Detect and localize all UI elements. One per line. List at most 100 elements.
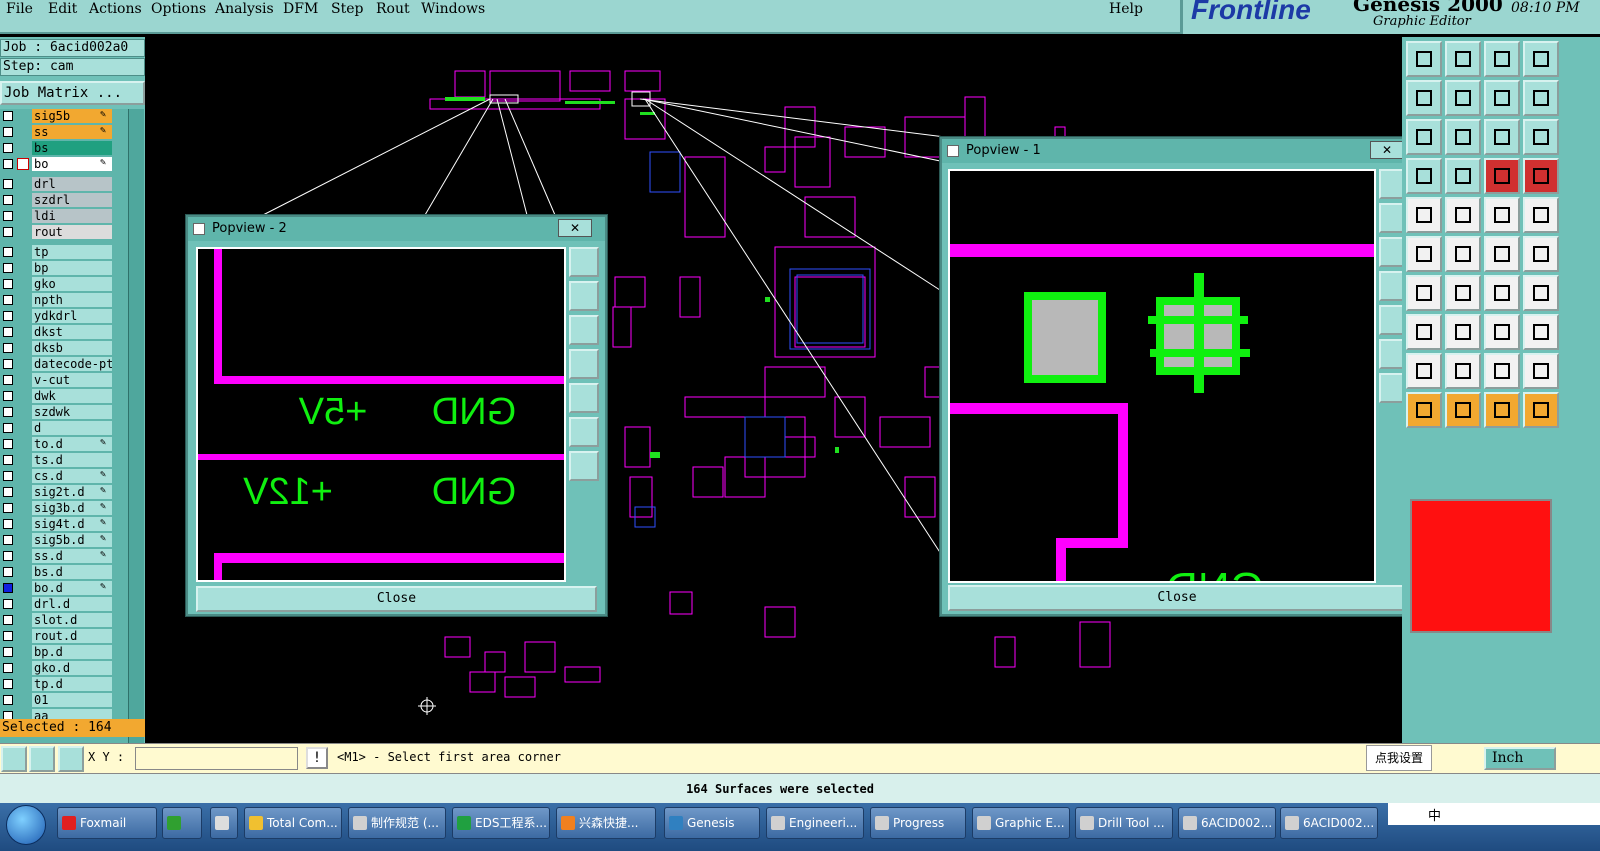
taskbar-item[interactable] [210, 807, 238, 839]
layer-checkbox[interactable] [3, 159, 13, 169]
tool-prev-button[interactable] [1406, 80, 1442, 116]
pan-left-button[interactable] [569, 349, 599, 379]
tool-measure-button[interactable] [1484, 197, 1520, 233]
layer-row-drl-d[interactable]: drl.d [0, 597, 128, 612]
tool-zoom-button[interactable] [1406, 119, 1442, 155]
menu-analysis[interactable]: Analysis [215, 0, 274, 18]
layer-checkbox[interactable] [3, 519, 13, 529]
taskbar-item[interactable]: Engineeri... [766, 807, 864, 839]
layer-checkbox[interactable] [3, 391, 13, 401]
layer-row-npth[interactable]: npth [0, 293, 128, 308]
taskbar-item[interactable]: Foxmail [57, 807, 157, 839]
layer-checkbox[interactable] [3, 679, 13, 689]
layer-row-d[interactable]: d [0, 421, 128, 436]
layer-row-01[interactable]: 01 [0, 693, 128, 708]
tool-path-button[interactable] [1523, 353, 1559, 389]
layer-row-sig5b[interactable]: sig5b ✎ [0, 109, 128, 124]
layer-row-ydkdrl[interactable]: ydkdrl [0, 309, 128, 324]
layer-checkbox[interactable] [3, 211, 13, 221]
snap-mode-button[interactable] [1, 746, 27, 772]
start-button[interactable] [6, 805, 46, 845]
layer-row-sig2t-d[interactable]: sig2t.d ✎ [0, 485, 128, 500]
layer-row-ss[interactable]: ss ✎ [0, 125, 128, 140]
menu-step[interactable]: Step [331, 0, 363, 18]
layer-row-v-cut[interactable]: v-cut [0, 373, 128, 388]
menu-file[interactable]: File [6, 0, 33, 18]
layer-checkbox[interactable] [3, 567, 13, 577]
tool-pick-button[interactable] [1484, 392, 1520, 428]
tool-net2-button[interactable] [1523, 158, 1559, 194]
popview-1-titlebar[interactable]: Popview - 1 [942, 139, 1412, 163]
popview-2-titlebar[interactable]: Popview - 2 [188, 217, 605, 241]
layer-checkbox[interactable] [3, 227, 13, 237]
tool-diagonal-button[interactable] [1445, 275, 1481, 311]
layer-checkbox[interactable] [3, 195, 13, 205]
layer-row-bs[interactable]: bs [0, 141, 128, 156]
menu-windows[interactable]: Windows [421, 0, 485, 18]
layer-checkbox[interactable] [3, 359, 13, 369]
menu-dfm[interactable]: DFM [283, 0, 318, 18]
popview-2-close-x[interactable]: ✕ [558, 219, 592, 237]
tool-redo-button[interactable] [1523, 80, 1559, 116]
taskbar-item[interactable]: 兴森快捷... [556, 807, 656, 839]
layer-checkbox[interactable] [3, 647, 13, 657]
popview-1-close-x[interactable]: ✕ [1370, 141, 1404, 159]
taskbar-item[interactable] [162, 807, 202, 839]
tool-load-button[interactable] [1406, 41, 1442, 77]
layer-row-bo-d[interactable]: bo.d ✎ [0, 581, 128, 596]
layer-row-ldi[interactable]: ldi [0, 209, 128, 224]
popview-1-close-button[interactable]: Close [948, 585, 1406, 611]
taskbar-clock[interactable]: 20:44 [1488, 810, 1556, 824]
tool-undo-button[interactable] [1484, 80, 1520, 116]
tool-ramp-button[interactable] [1484, 353, 1520, 389]
layer-row-szdwk[interactable]: szdwk [0, 405, 128, 420]
layer-checkbox[interactable] [3, 143, 13, 153]
layer-checkbox[interactable] [3, 631, 13, 641]
tool-split-h-button[interactable] [1445, 314, 1481, 350]
tool-save-button[interactable] [1445, 41, 1481, 77]
tool-multi-button[interactable] [1523, 314, 1559, 350]
tool-grid-button[interactable] [1445, 158, 1481, 194]
taskbar-item[interactable]: Drill Tool ... [1075, 807, 1173, 839]
tool-next-button[interactable] [1445, 80, 1481, 116]
tool-ruler-button[interactable] [1406, 197, 1442, 233]
menu-help[interactable]: Help [1109, 0, 1143, 18]
layer-checkbox[interactable] [3, 279, 13, 289]
zoom-fit-button[interactable] [569, 247, 599, 277]
warning-button[interactable]: ! [306, 747, 328, 769]
layer-checkbox[interactable] [3, 423, 13, 433]
taskbar-item[interactable]: 6ACID002... [1178, 807, 1276, 839]
layer-checkbox[interactable] [3, 487, 13, 497]
tool-add-button[interactable] [1406, 236, 1442, 272]
layer-row-sig5b-d[interactable]: sig5b.d ✎ [0, 533, 128, 548]
zoom-in-button[interactable] [569, 417, 599, 447]
layer-checkbox[interactable] [3, 263, 13, 273]
zoom-out-button[interactable] [569, 451, 599, 481]
ime-settings-hint[interactable]: 点我设置 [1366, 745, 1432, 771]
layer-checkbox[interactable] [3, 535, 13, 545]
tool-filter-button[interactable] [1523, 275, 1559, 311]
layer-checkbox[interactable] [3, 455, 13, 465]
tool-arc-button[interactable] [1484, 275, 1520, 311]
layer-row-cs-d[interactable]: cs.d ✎ [0, 469, 128, 484]
tool-snap-button[interactable] [1406, 158, 1442, 194]
menu-edit[interactable]: Edit [48, 0, 77, 18]
layer-row-rout[interactable]: rout [0, 225, 128, 240]
tool-select-button[interactable] [1445, 392, 1481, 428]
tool-pan-button[interactable] [1445, 119, 1481, 155]
layer-row-tp-d[interactable]: tp.d [0, 677, 128, 692]
layer-checkbox[interactable] [3, 695, 13, 705]
layer-row-dkst[interactable]: dkst [0, 325, 128, 340]
layer-scrollbar[interactable] [128, 109, 144, 745]
pan-up-button[interactable] [569, 281, 599, 311]
taskbar-item[interactable]: 制作规范 (... [348, 807, 446, 839]
tool-ratio-button[interactable] [1484, 119, 1520, 155]
taskbar-item[interactable]: Genesis [664, 807, 760, 839]
layer-row-bp-d[interactable]: bp.d [0, 645, 128, 660]
layer-row-tp[interactable]: tp [0, 245, 128, 260]
menu-actions[interactable]: Actions [89, 0, 142, 18]
ime-indicator[interactable]: 中 [1428, 805, 1441, 824]
tool-home-button[interactable] [1484, 41, 1520, 77]
layer-row-ts-d[interactable]: ts.d [0, 453, 128, 468]
tool-cursor-button[interactable] [1406, 392, 1442, 428]
